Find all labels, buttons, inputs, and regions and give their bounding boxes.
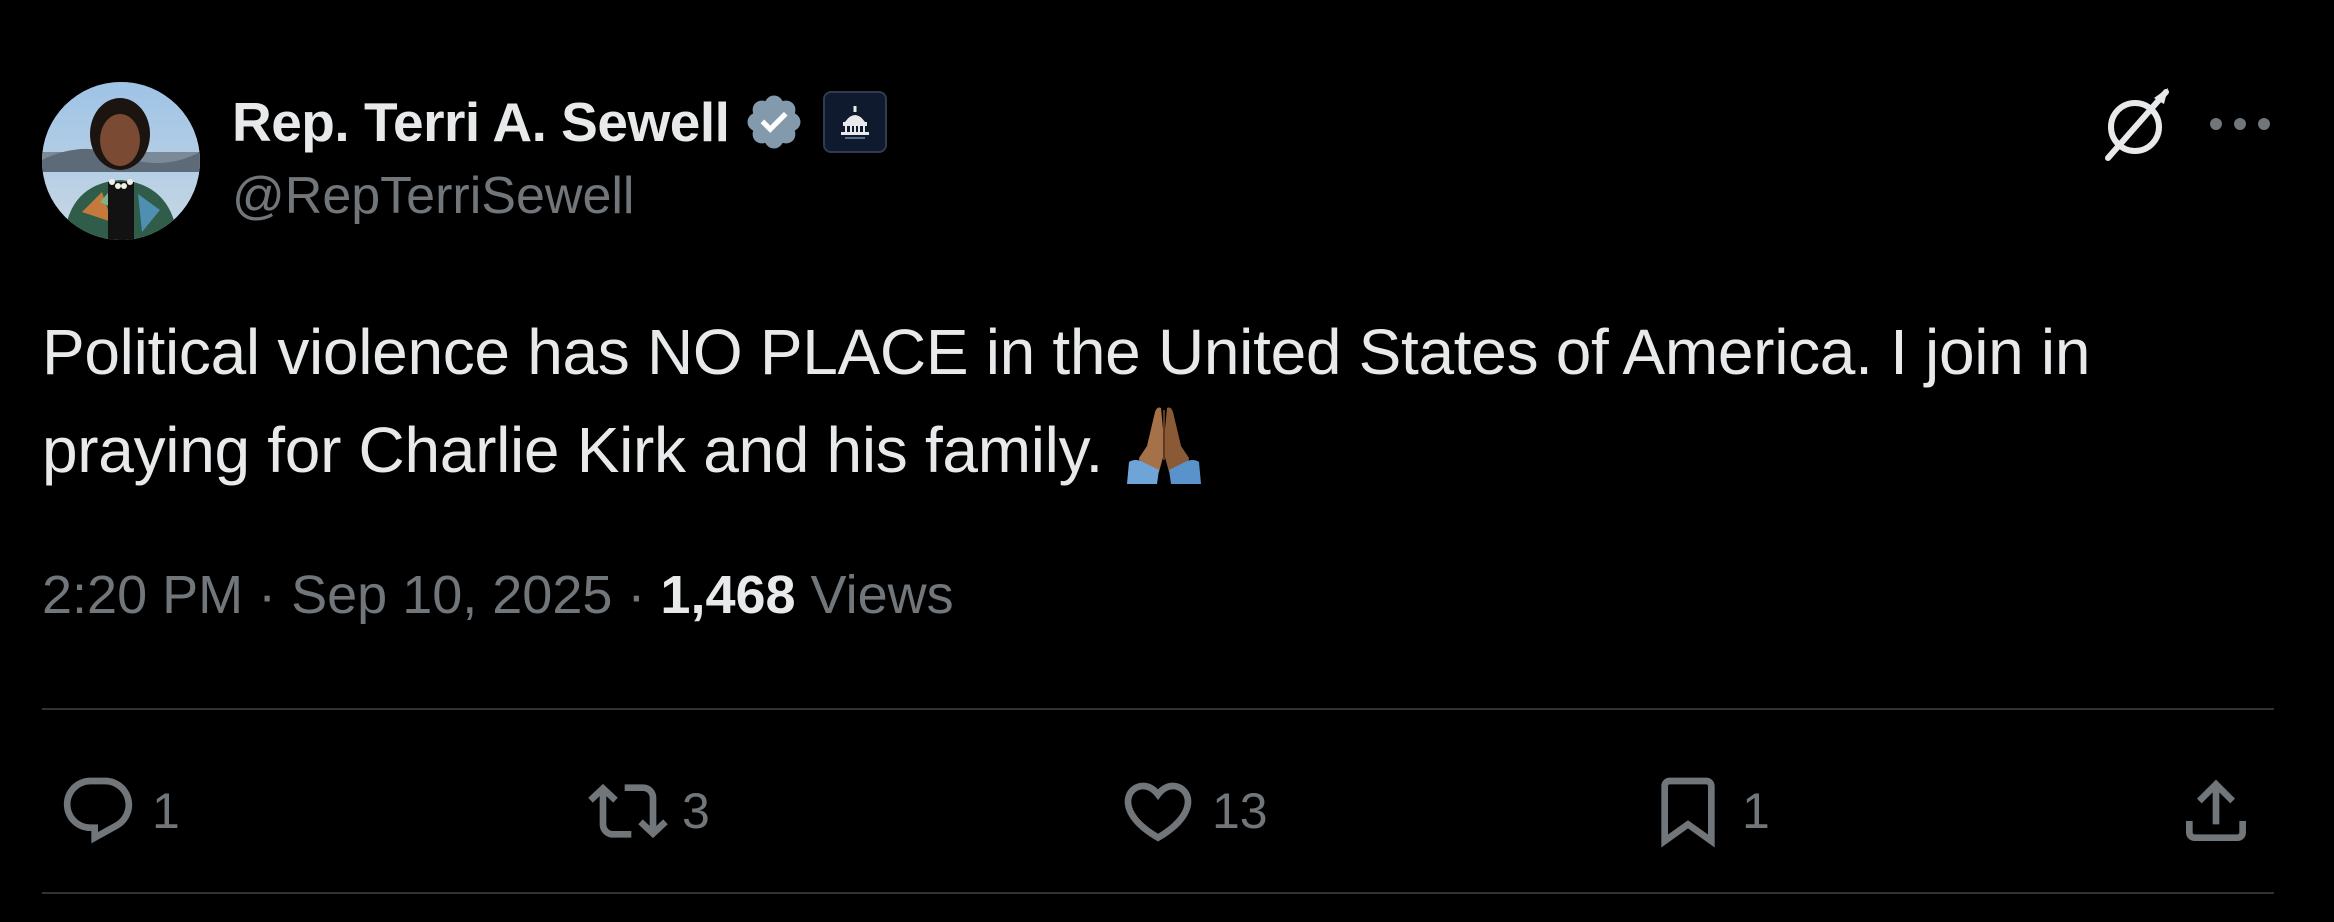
grok-icon[interactable] <box>2094 84 2176 166</box>
share-icon <box>2186 779 2246 841</box>
tweet-time[interactable]: 2:20 PM <box>42 565 243 625</box>
like-icon <box>1124 782 1192 842</box>
display-name[interactable]: Rep. Terri A. Sewell <box>232 90 730 154</box>
meta-separator: · <box>243 565 292 625</box>
reply-count: 1 <box>152 783 180 839</box>
views-label[interactable]: Views <box>796 565 954 625</box>
tweet-body: Political violence has NO PLACE in the U… <box>42 316 2091 486</box>
avatar-image <box>42 82 200 240</box>
reply-icon <box>63 777 133 844</box>
bookmark-button[interactable]: 1 <box>1648 766 1770 856</box>
avatar[interactable] <box>42 82 200 240</box>
repost-button[interactable]: 3 <box>588 766 710 856</box>
bookmark-icon <box>1661 777 1715 848</box>
repost-icon <box>588 783 668 839</box>
author-name-row: Rep. Terri A. Sewell <box>232 86 888 158</box>
reply-button[interactable]: 1 <box>58 766 180 856</box>
like-button[interactable]: 13 <box>1118 766 1268 856</box>
more-options-icon[interactable] <box>2204 96 2276 152</box>
author-handle[interactable]: @RepTerriSewell <box>232 166 634 226</box>
divider-bottom <box>42 892 2274 894</box>
tweet-text: Political violence has NO PLACE in the U… <box>42 304 2302 498</box>
tweet-date[interactable]: Sep 10, 2025 <box>291 565 612 625</box>
meta-separator: · <box>612 565 661 625</box>
action-bar: 1 3 13 1 <box>0 758 2334 864</box>
bookmark-count: 1 <box>1742 783 1770 839</box>
capitol-affiliate-icon[interactable] <box>823 91 888 153</box>
folded-hands-emoji <box>1121 400 1207 486</box>
repost-count: 3 <box>682 783 710 839</box>
divider-top <box>42 708 2274 710</box>
views-count[interactable]: 1,468 <box>660 565 795 625</box>
like-count: 13 <box>1212 783 1268 839</box>
verified-badge-icon[interactable] <box>743 91 805 153</box>
tweet-meta: 2:20 PM · Sep 10, 2025 · 1,468 Views <box>42 564 954 626</box>
share-button[interactable] <box>2176 766 2256 856</box>
tweet-card: Rep. Terri A. Sewell @RepTerriSewell Pol… <box>0 0 2334 922</box>
